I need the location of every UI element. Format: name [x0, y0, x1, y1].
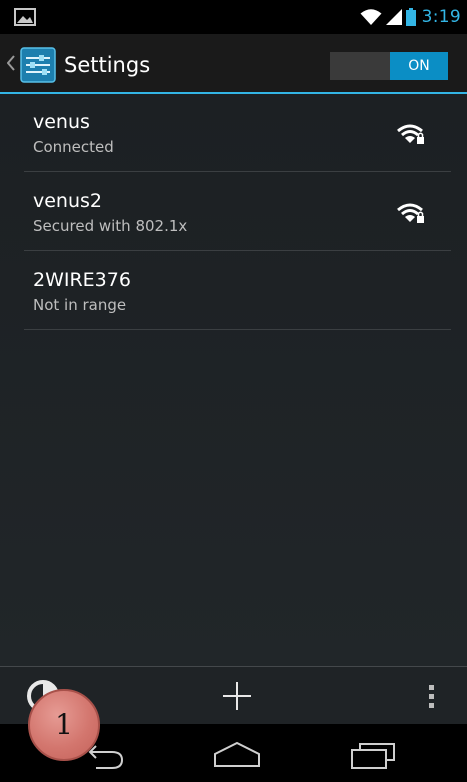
network-item-venus2[interactable]: venus2 Secured with 802.1x [24, 173, 451, 251]
status-bar: 3:19 [0, 0, 467, 34]
wifi-lock-icon [397, 124, 424, 144]
network-name: venus2 [33, 190, 103, 212]
recents-icon[interactable] [350, 740, 398, 770]
home-icon[interactable] [212, 740, 262, 768]
wifi-toggle-on-label[interactable]: ON [390, 52, 448, 80]
network-status: Connected [33, 138, 114, 156]
add-network-icon[interactable] [222, 681, 252, 711]
back-icon[interactable] [86, 744, 126, 770]
status-time: 3:19 [421, 7, 461, 27]
network-name: venus [33, 111, 90, 133]
overflow-menu-icon[interactable] [426, 683, 438, 711]
up-caret-icon[interactable] [7, 55, 15, 71]
page-title[interactable]: Settings [64, 34, 150, 94]
action-bar: Settings ON [0, 34, 467, 94]
network-list: venus Connected venus2 Secured with 802.… [0, 94, 467, 666]
network-item-2wire376[interactable]: 2WIRE376 Not in range [24, 252, 451, 330]
wifi-toggle[interactable]: ON [330, 52, 448, 80]
battery-icon [405, 8, 416, 26]
cell-signal-icon [385, 9, 402, 25]
wifi-lock-icon [397, 203, 424, 223]
network-name: 2WIRE376 [33, 269, 131, 291]
network-item-venus[interactable]: venus Connected [24, 94, 451, 172]
annotation-marker: 1 [28, 689, 100, 761]
network-status: Not in range [33, 296, 127, 314]
settings-app-icon[interactable] [20, 47, 56, 83]
wifi-icon [360, 9, 382, 25]
image-notification-icon [14, 8, 36, 26]
network-status: Secured with 802.1x [33, 217, 188, 235]
wifi-settings-screen: 3:19 Settings ON venus Connected venus2 … [0, 0, 467, 782]
status-icons: 3:19 [360, 0, 461, 34]
